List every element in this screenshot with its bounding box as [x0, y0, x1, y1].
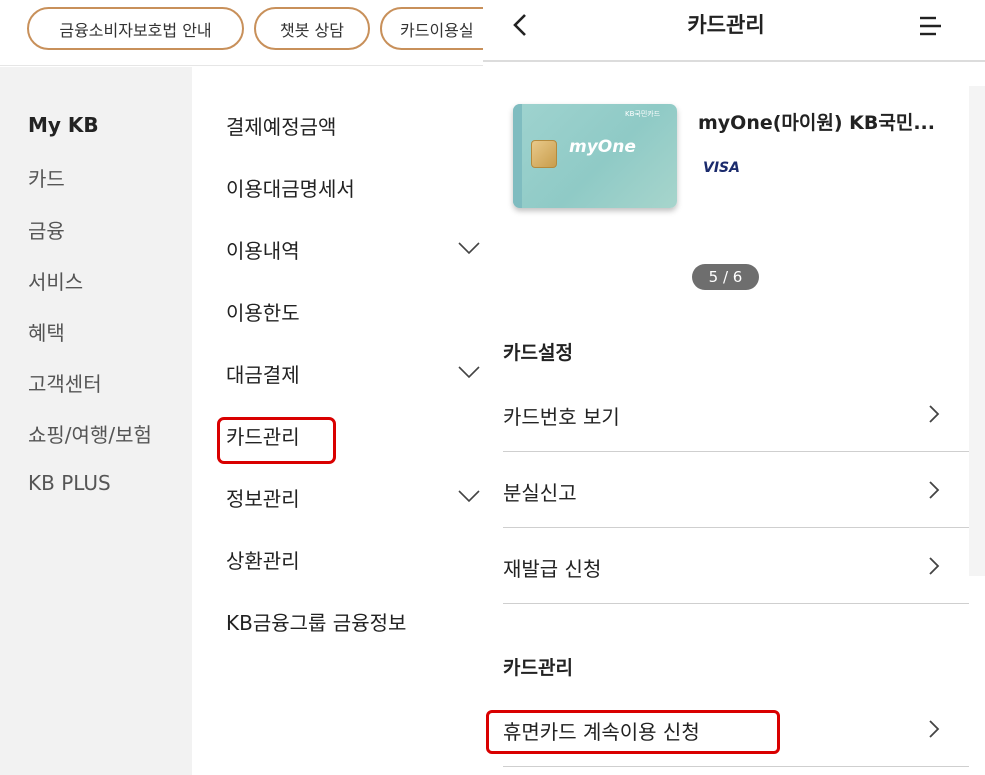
- section-title-card-settings: 카드설정: [503, 342, 573, 364]
- nav-item-service[interactable]: 서비스: [28, 266, 83, 295]
- sub-item-bill-payment[interactable]: 대금결제: [226, 353, 480, 393]
- highlight-box: [486, 710, 780, 754]
- card-network-label: VISA: [703, 160, 740, 176]
- sub-item-label: 이용한도: [226, 300, 300, 325]
- sub-item-label: 결제예정금액: [226, 114, 337, 139]
- sub-item-label: 대금결제: [226, 362, 300, 387]
- sub-item-label: 이용내역: [226, 238, 300, 263]
- category-nav: My KB 카드 금융 서비스 혜택 고객센터 쇼핑/여행/보험 KB PLUS: [0, 67, 192, 775]
- chevron-down-icon: [458, 489, 480, 503]
- row-label: 분실신고: [503, 481, 577, 505]
- page-title: 카드관리: [687, 13, 765, 37]
- row-report-lost[interactable]: 분실신고: [503, 452, 969, 528]
- nav-item-finance[interactable]: 금융: [28, 215, 65, 244]
- chevron-right-icon: [927, 404, 941, 424]
- top-header: 카드관리: [483, 0, 985, 62]
- card-name: myOne(마이원) KB국민...: [698, 112, 935, 134]
- card-image[interactable]: KB국민카드 myOne: [513, 104, 677, 208]
- sub-item-info-management[interactable]: 정보관리: [226, 477, 480, 517]
- nav-item-customer-center[interactable]: 고객센터: [28, 368, 102, 397]
- nav-item-card[interactable]: 카드: [28, 163, 65, 192]
- right-panel: 카드관리 KB국민카드 myOne myOne(마이원) KB국민... VIS…: [483, 0, 985, 775]
- sub-item-label: 상환관리: [226, 548, 300, 573]
- sub-item-kb-group-finance-info[interactable]: KB금융그룹 금융정보: [226, 601, 456, 641]
- chevron-right-icon: [927, 719, 941, 739]
- chip-card-usage[interactable]: 카드이용실: [380, 7, 483, 50]
- nav-item-shopping-travel-insurance[interactable]: 쇼핑/여행/보험: [28, 419, 152, 448]
- card-chip-icon: [531, 140, 557, 168]
- scrollbar[interactable]: [969, 86, 985, 576]
- row-reissue-request[interactable]: 재발급 신청: [503, 528, 969, 604]
- divider: [503, 766, 969, 767]
- sub-item-label: KB금융그룹 금융정보: [226, 610, 407, 635]
- divider: [503, 603, 969, 604]
- card-issuer-logo: KB국민카드: [625, 110, 661, 118]
- row-label: 카드번호 보기: [503, 405, 620, 429]
- card-pager-indicator: 5 / 6: [692, 264, 759, 290]
- chevron-down-icon: [458, 241, 480, 255]
- card-logo: myOne: [569, 137, 636, 157]
- chevron-right-icon: [927, 480, 941, 500]
- sub-item-billing-statement[interactable]: 이용대금명세서: [226, 167, 456, 207]
- sub-item-expected-payment[interactable]: 결제예정금액: [226, 105, 456, 145]
- sub-item-label: 정보관리: [226, 486, 300, 511]
- sub-item-usage-limit[interactable]: 이용한도: [226, 291, 456, 331]
- chip-chatbot[interactable]: 챗봇 상담: [254, 7, 370, 50]
- nav-item-my-kb[interactable]: My KB: [28, 113, 99, 137]
- row-label: 재발급 신청: [503, 557, 602, 581]
- hamburger-menu-icon: [920, 16, 941, 36]
- chevron-down-icon: [458, 365, 480, 379]
- sub-item-label: 이용대금명세서: [226, 176, 355, 201]
- chip-financial-consumer-protection[interactable]: 금융소비자보호법 안내: [27, 7, 244, 50]
- section-title-card-management: 카드관리: [503, 657, 573, 679]
- card-edge-strip: [513, 104, 522, 208]
- sub-item-usage-history[interactable]: 이용내역: [226, 229, 480, 269]
- nav-item-benefit[interactable]: 혜택: [28, 317, 65, 346]
- nav-item-kb-plus[interactable]: KB PLUS: [28, 471, 111, 495]
- row-view-card-number[interactable]: 카드번호 보기: [503, 376, 969, 452]
- menu-button[interactable]: [919, 14, 943, 38]
- left-panel: 금융소비자보호법 안내 챗봇 상담 카드이용실 My KB 카드 금융 서비스 …: [0, 0, 483, 775]
- sub-item-repayment-management[interactable]: 상환관리: [226, 539, 456, 579]
- quick-link-bar: 금융소비자보호법 안내 챗봇 상담 카드이용실: [0, 0, 483, 66]
- chevron-right-icon: [927, 556, 941, 576]
- highlight-box: [217, 417, 336, 464]
